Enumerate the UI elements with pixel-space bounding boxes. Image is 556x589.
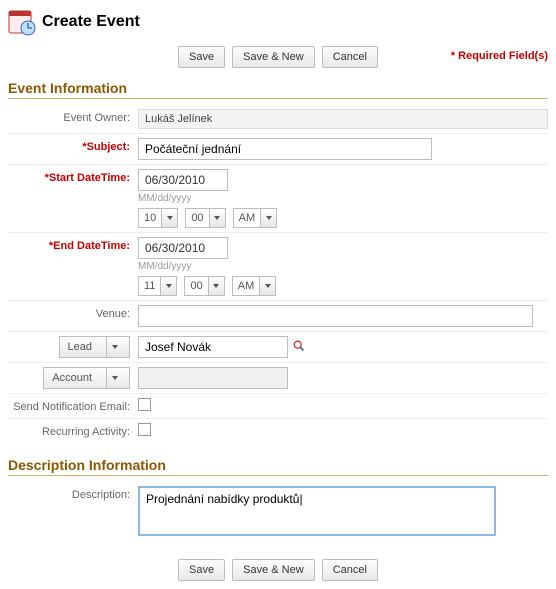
- start-datetime-label: *Start DateTime:: [8, 169, 138, 184]
- required-note: * Required Field(s): [451, 50, 548, 62]
- chevron-down-icon: [260, 209, 276, 227]
- save-button-bottom[interactable]: Save: [178, 559, 225, 581]
- recurring-label: Recurring Activity:: [8, 423, 138, 438]
- recurring-checkbox[interactable]: [138, 423, 151, 436]
- calendar-icon: [8, 8, 36, 36]
- description-info-header: Description Information: [8, 457, 548, 476]
- start-date-input[interactable]: [138, 169, 228, 191]
- event-owner-value: Lukáš Jelínek: [138, 109, 548, 129]
- end-min-select[interactable]: 00: [184, 276, 224, 296]
- end-datetime-label: *End DateTime:: [8, 237, 138, 252]
- send-notification-checkbox[interactable]: [138, 398, 151, 411]
- search-icon[interactable]: [292, 339, 306, 356]
- chevron-down-icon: [209, 209, 225, 227]
- start-min-select[interactable]: 00: [185, 208, 225, 228]
- page-title: Create Event: [42, 13, 140, 31]
- cancel-button-bottom[interactable]: Cancel: [322, 559, 378, 581]
- chevron-down-icon: [160, 277, 176, 295]
- cancel-button[interactable]: Cancel: [322, 46, 378, 68]
- chevron-down-icon: [161, 209, 177, 227]
- send-notification-label: Send Notification Email:: [8, 398, 138, 413]
- lead-lookup-input[interactable]: [138, 336, 288, 358]
- end-date-input[interactable]: [138, 237, 228, 259]
- description-textarea[interactable]: [138, 486, 496, 536]
- account-lookup-input[interactable]: [138, 367, 288, 389]
- date-hint: MM/dd/yyyy: [138, 193, 548, 204]
- start-hour-select[interactable]: 10: [138, 208, 178, 228]
- venue-label: Venue:: [8, 305, 138, 320]
- venue-input[interactable]: [138, 305, 533, 327]
- subject-input[interactable]: [138, 138, 432, 160]
- chevron-down-icon: [106, 337, 129, 357]
- chevron-down-icon: [106, 368, 129, 388]
- chevron-down-icon: [208, 277, 224, 295]
- save-button[interactable]: Save: [178, 46, 225, 68]
- chevron-down-icon: [259, 277, 275, 295]
- end-hour-select[interactable]: 11: [138, 276, 177, 296]
- save-new-button[interactable]: Save & New: [232, 46, 315, 68]
- date-hint: MM/dd/yyyy: [138, 261, 548, 272]
- start-ampm-select[interactable]: AM: [233, 208, 278, 228]
- subject-label: *Subject:: [8, 138, 138, 153]
- lead-type-select[interactable]: Lead: [59, 336, 130, 358]
- event-owner-label: Event Owner:: [8, 109, 138, 124]
- description-label: Description:: [8, 486, 138, 501]
- account-type-select[interactable]: Account: [43, 367, 130, 389]
- save-new-button-bottom[interactable]: Save & New: [232, 559, 315, 581]
- end-ampm-select[interactable]: AM: [232, 276, 277, 296]
- event-info-header: Event Information: [8, 80, 548, 99]
